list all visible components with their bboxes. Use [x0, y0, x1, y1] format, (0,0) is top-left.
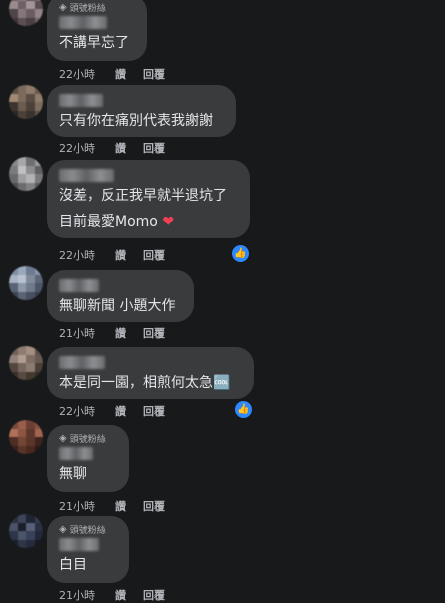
avatar[interactable] — [9, 85, 43, 119]
diamond-icon: ◈ — [59, 1, 67, 13]
fan-badge-label: 頭號粉絲 — [69, 3, 106, 14]
avatar[interactable] — [9, 0, 43, 26]
comment-actions: 22小時 讚 回覆 — [59, 403, 165, 419]
commenter-name[interactable] — [59, 16, 107, 29]
commenter-name[interactable] — [59, 169, 114, 182]
comment-text-line-2-words: 目前最愛Momo — [59, 214, 158, 230]
timestamp[interactable]: 22小時 — [59, 247, 115, 263]
timestamp[interactable]: 22小時 — [59, 140, 115, 156]
comment-actions: 21小時 讚 回覆 — [59, 587, 165, 603]
like-link[interactable]: 讚 — [115, 325, 143, 341]
reply-link[interactable]: 回覆 — [143, 403, 165, 419]
timestamp[interactable]: 21小時 — [59, 325, 115, 341]
reply-link[interactable]: 回覆 — [143, 140, 165, 156]
comment-text: 白目 — [59, 557, 87, 573]
comment-actions: 22小時 讚 回覆 — [59, 247, 165, 263]
reply-link[interactable]: 回覆 — [143, 498, 165, 514]
comment-text: 本是同一園，相煎何太急🆒 — [59, 375, 231, 391]
comment-bubble: 無聊新聞 小題大作 — [47, 270, 194, 322]
reply-link[interactable]: 回覆 — [143, 587, 165, 603]
avatar[interactable] — [9, 157, 43, 191]
commenter-name[interactable] — [59, 447, 93, 460]
timestamp[interactable]: 21小時 — [59, 498, 115, 514]
fan-badge-label: 頭號粉絲 — [69, 434, 106, 445]
fan-badge: ◈ 頭號粉絲 — [59, 0, 135, 14]
comment-text: 不講早忘了 — [59, 35, 129, 51]
avatar[interactable] — [9, 420, 43, 454]
diamond-icon: ◈ — [59, 432, 67, 444]
comment-bubble: ◈ 頭號粉絲 不講早忘了 — [47, 0, 147, 61]
comment-bubble: 沒差，反正我早就半退坑了 目前最愛Momo ❤ — [47, 160, 250, 238]
timestamp[interactable]: 22小時 — [59, 66, 115, 82]
like-link[interactable]: 讚 — [115, 587, 143, 603]
like-link[interactable]: 讚 — [115, 66, 143, 82]
diamond-icon: ◈ — [59, 523, 67, 535]
comment-bubble: ◈ 頭號粉絲 白目 — [47, 516, 129, 583]
timestamp[interactable]: 22小時 — [59, 403, 115, 419]
commenter-name[interactable] — [59, 356, 105, 369]
like-link[interactable]: 讚 — [115, 403, 143, 419]
comment-actions: 21小時 讚 回覆 — [59, 325, 165, 341]
comment-text-line-1: 沒差，反正我早就半退坑了 — [59, 188, 227, 204]
timestamp[interactable]: 21小時 — [59, 587, 115, 603]
comment-text: 無聊 — [59, 466, 87, 482]
like-link[interactable]: 讚 — [115, 498, 143, 514]
comment-bubble: 只有你在痛別代表我謝謝 — [47, 85, 236, 137]
avatar[interactable] — [9, 346, 43, 380]
reply-link[interactable]: 回覆 — [143, 66, 165, 82]
reply-link[interactable]: 回覆 — [143, 247, 165, 263]
fan-badge-label: 頭號粉絲 — [69, 525, 106, 536]
comment-actions: 22小時 讚 回覆 — [59, 66, 165, 82]
comment-text: 只有你在痛別代表我謝謝 — [59, 113, 213, 129]
reply-link[interactable]: 回覆 — [143, 325, 165, 341]
commenter-name[interactable] — [59, 94, 103, 107]
like-link[interactable]: 讚 — [115, 247, 143, 263]
avatar[interactable] — [9, 514, 43, 548]
comment-text: 無聊新聞 小題大作 — [59, 298, 176, 314]
heart-icon: ❤ — [162, 214, 175, 230]
commenter-name[interactable] — [59, 538, 99, 551]
fan-badge: ◈ 頭號粉絲 — [59, 431, 117, 445]
like-link[interactable]: 讚 — [115, 140, 143, 156]
comment-bubble: ◈ 頭號粉絲 無聊 — [47, 425, 129, 492]
comment-actions: 22小時 讚 回覆 — [59, 140, 165, 156]
avatar[interactable] — [9, 266, 43, 300]
commenter-name[interactable] — [59, 279, 99, 292]
thumbs-up-icon[interactable]: 👍 — [230, 243, 251, 264]
thumbs-up-icon[interactable]: 👍 — [233, 399, 254, 420]
comment-actions: 21小時 讚 回覆 — [59, 498, 165, 514]
comment-bubble: 本是同一園，相煎何太急🆒 — [47, 347, 254, 399]
fan-badge: ◈ 頭號粉絲 — [59, 522, 117, 536]
comment-text-line-2: 目前最愛Momo ❤ — [59, 212, 238, 232]
